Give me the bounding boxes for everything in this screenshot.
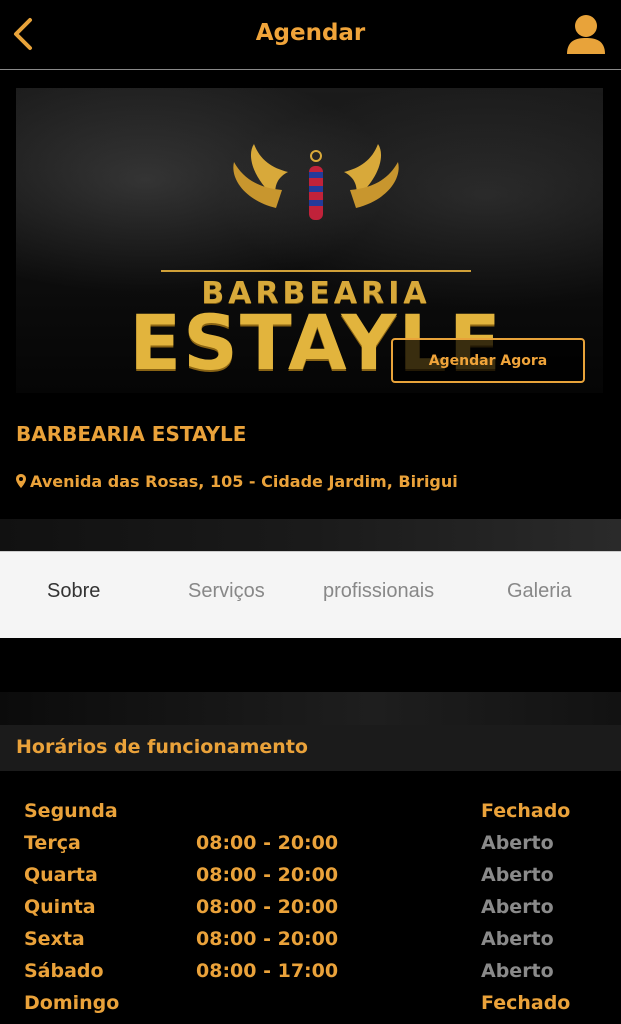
status-label: Fechado — [481, 992, 571, 1014]
day-label: Domingo — [24, 992, 120, 1014]
shop-name: BARBEARIA ESTAYLE — [16, 422, 247, 446]
decorative-strip — [0, 519, 621, 551]
time-range: 08:00 - 17:00 — [196, 960, 339, 982]
day-label: Sábado — [24, 960, 104, 982]
time-range: 08:00 - 20:00 — [196, 832, 339, 854]
status-label: Aberto — [481, 928, 554, 950]
tab-profissionais[interactable]: profissionais — [323, 580, 434, 603]
status-label: Aberto — [481, 896, 554, 918]
user-icon[interactable] — [565, 12, 607, 56]
hours-row: Domingo Fechado — [24, 992, 584, 1024]
hours-row: Sexta 08:00 - 20:00 Aberto — [24, 928, 584, 960]
status-label: Fechado — [481, 800, 571, 822]
hours-row: Sábado 08:00 - 17:00 Aberto — [24, 960, 584, 992]
top-bar: Agendar — [0, 0, 621, 70]
time-range: 08:00 - 20:00 — [196, 896, 339, 918]
day-label: Quinta — [24, 896, 96, 918]
shop-address: Avenida das Rosas, 105 - Cidade Jardim, … — [16, 472, 458, 491]
day-label: Segunda — [24, 800, 118, 822]
status-label: Aberto — [481, 832, 554, 854]
tab-servicos[interactable]: Serviços — [188, 580, 265, 603]
hours-row: Quarta 08:00 - 20:00 Aberto — [24, 864, 584, 896]
map-pin-icon — [16, 474, 26, 488]
winged-pole-emblem — [233, 144, 399, 220]
address-text: Avenida das Rosas, 105 - Cidade Jardim, … — [30, 472, 458, 491]
decorative-strip — [0, 692, 621, 725]
page-title: Agendar — [255, 20, 366, 46]
day-label: Sexta — [24, 928, 85, 950]
tab-bar: Sobre Serviços profissionais Galeria — [0, 551, 621, 638]
hours-row: Terça 08:00 - 20:00 Aberto — [24, 832, 584, 864]
hours-row: Quinta 08:00 - 20:00 Aberto — [24, 896, 584, 928]
time-range: 08:00 - 20:00 — [196, 864, 339, 886]
book-now-button[interactable]: Agendar Agora — [391, 338, 585, 383]
tab-galeria[interactable]: Galeria — [507, 580, 571, 603]
status-label: Aberto — [481, 864, 554, 886]
time-range: 08:00 - 20:00 — [196, 928, 339, 950]
hours-title: Horários de funcionamento — [16, 736, 308, 758]
day-label: Terça — [24, 832, 81, 854]
hours-section-header: Horários de funcionamento — [0, 725, 621, 771]
tab-sobre[interactable]: Sobre — [47, 580, 100, 603]
hours-row: Segunda Fechado — [24, 800, 584, 832]
shop-banner: BARBEARIA ESTAYLE Agendar Agora — [16, 88, 603, 393]
hours-table: Segunda Fechado Terça 08:00 - 20:00 Aber… — [24, 800, 584, 1024]
day-label: Quarta — [24, 864, 98, 886]
status-label: Aberto — [481, 960, 554, 982]
